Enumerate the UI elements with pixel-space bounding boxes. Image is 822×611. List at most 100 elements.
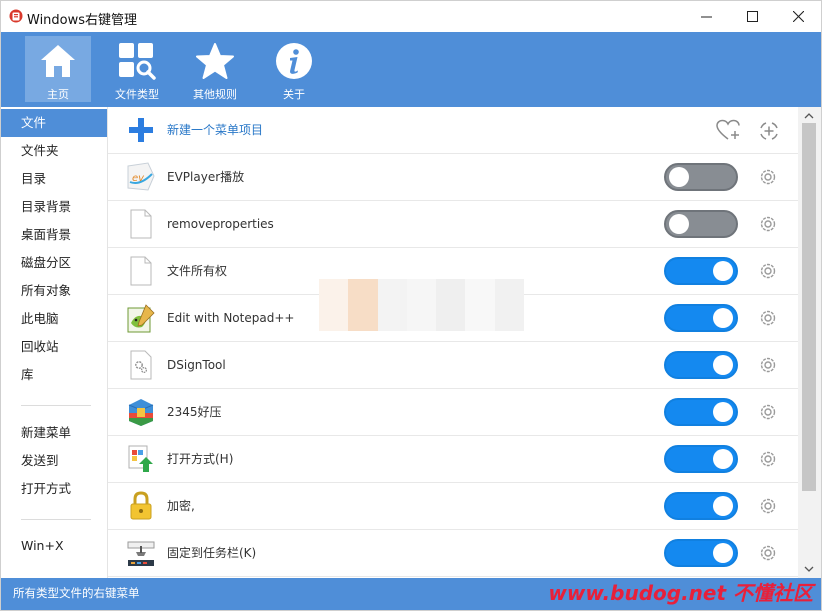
- enable-toggle[interactable]: [664, 210, 738, 238]
- menu-item-label: 打开方式(H): [167, 452, 234, 466]
- app-logo-icon: [9, 9, 23, 23]
- sidebar-item-library[interactable]: 库: [1, 361, 107, 389]
- vertical-scrollbar[interactable]: [798, 107, 821, 578]
- toggle-knob: [713, 308, 733, 328]
- favorite-heart-icon[interactable]: [716, 119, 740, 141]
- gear-icon[interactable]: [758, 261, 778, 281]
- toggle-knob: [713, 496, 733, 516]
- menu-item-label: EVPlayer播放: [167, 170, 245, 184]
- close-icon: [792, 11, 804, 22]
- toggle-knob: [713, 355, 733, 375]
- plus-icon: [129, 118, 153, 142]
- toggle-knob: [669, 214, 689, 234]
- gear-icon[interactable]: [758, 308, 778, 328]
- menu-item-row[interactable]: 固定到任务栏(K): [108, 530, 798, 577]
- maximize-icon: [746, 11, 758, 22]
- menu-item-label: 2345好压: [167, 405, 222, 419]
- scroll-down-icon[interactable]: [804, 564, 814, 574]
- menu-item-row[interactable]: DSignTool: [108, 342, 798, 389]
- scroll-up-icon[interactable]: [804, 111, 814, 121]
- lock-icon: [130, 491, 152, 520]
- minimize-button[interactable]: [683, 1, 729, 32]
- maximize-button[interactable]: [729, 1, 775, 32]
- menu-item-label: Edit with Notepad++: [167, 311, 295, 325]
- scrollbar-thumb[interactable]: [802, 123, 816, 491]
- enable-toggle[interactable]: [664, 539, 738, 567]
- sidebar-item-desktop-background[interactable]: 桌面背景: [1, 221, 107, 249]
- svg-text:ev: ev: [132, 173, 145, 184]
- sidebar-item-send-to[interactable]: 发送到: [1, 447, 107, 475]
- notepad-plus-plus-icon: [127, 304, 155, 333]
- haozip-icon: [128, 399, 154, 426]
- title-bar[interactable]: Windows右键管理: [1, 1, 821, 32]
- enable-toggle[interactable]: [664, 304, 738, 332]
- app-window: Windows右键管理 主页 文件类型 其他规则 关于 文件 文件夹 目录 目录…: [0, 0, 822, 611]
- gear-icon[interactable]: [758, 449, 778, 469]
- menu-item-label: 文件所有权: [167, 264, 228, 278]
- blank-file-icon: [130, 209, 152, 239]
- main-toolbar: 主页 文件类型 其他规则 关于: [1, 32, 821, 107]
- tool-file-types[interactable]: 文件类型: [104, 36, 170, 102]
- blurred-region: [319, 279, 524, 331]
- menu-item-row[interactable]: ev EVPlayer播放: [108, 154, 798, 201]
- close-button[interactable]: [775, 1, 821, 32]
- sidebar-item-this-pc[interactable]: 此电脑: [1, 305, 107, 333]
- minimize-icon: [700, 16, 712, 18]
- sidebar-separator: [21, 519, 91, 520]
- enable-toggle[interactable]: [664, 351, 738, 379]
- enable-toggle[interactable]: [664, 398, 738, 426]
- menu-item-list: 新建一个菜单项目 ev EVPlayer播放 removeproperties …: [108, 107, 798, 578]
- evplayer-icon: ev: [127, 162, 155, 191]
- sidebar-item-new-menu[interactable]: 新建菜单: [1, 419, 107, 447]
- sidebar-item-file[interactable]: 文件: [1, 109, 107, 137]
- new-menu-item-label[interactable]: 新建一个菜单项目: [167, 107, 263, 154]
- enable-toggle[interactable]: [664, 445, 738, 473]
- sidebar-item-win-x[interactable]: Win+X: [1, 532, 107, 560]
- sidebar-item-recycle-bin[interactable]: 回收站: [1, 333, 107, 361]
- sidebar-item-drive[interactable]: 磁盘分区: [1, 249, 107, 277]
- tool-home-label: 主页: [47, 88, 69, 101]
- gear-icon[interactable]: [758, 402, 778, 422]
- menu-item-label: 固定到任务栏(K): [167, 546, 257, 560]
- file-types-icon: [119, 43, 156, 80]
- tool-about[interactable]: 关于: [261, 36, 327, 102]
- sidebar-item-folder[interactable]: 文件夹: [1, 137, 107, 165]
- toggle-knob: [669, 167, 689, 187]
- tool-about-label: 关于: [283, 88, 305, 101]
- dsigntool-icon: [130, 350, 152, 380]
- gear-icon[interactable]: [758, 167, 778, 187]
- tool-other-rules[interactable]: 其他规则: [182, 36, 248, 102]
- info-icon: [276, 43, 312, 79]
- status-bar: 所有类型文件的右键菜单 www.budog.net 不懂社区: [1, 578, 821, 610]
- menu-item-row[interactable]: 2345好压: [108, 389, 798, 436]
- sidebar-item-directory[interactable]: 目录: [1, 165, 107, 193]
- new-menu-item-row[interactable]: 新建一个菜单项目: [108, 107, 798, 154]
- gear-icon[interactable]: [758, 355, 778, 375]
- sidebar-item-directory-background[interactable]: 目录背景: [1, 193, 107, 221]
- sidebar-item-open-with[interactable]: 打开方式: [1, 475, 107, 503]
- add-target-icon[interactable]: [758, 120, 780, 142]
- enable-toggle[interactable]: [664, 492, 738, 520]
- watermark: www.budog.net 不懂社区: [548, 581, 813, 605]
- blank-file-icon: [130, 256, 152, 286]
- enable-toggle[interactable]: [664, 257, 738, 285]
- menu-item-row[interactable]: 加密,: [108, 483, 798, 530]
- tool-other-rules-label: 其他规则: [193, 88, 237, 101]
- menu-item-row[interactable]: 打开方式(H): [108, 436, 798, 483]
- enable-toggle[interactable]: [664, 163, 738, 191]
- tool-home[interactable]: 主页: [25, 36, 91, 102]
- status-text: 所有类型文件的右键菜单: [13, 586, 140, 600]
- window-title: Windows右键管理: [27, 13, 138, 28]
- sidebar-item-all-objects[interactable]: 所有对象: [1, 277, 107, 305]
- tool-file-types-label: 文件类型: [115, 88, 159, 101]
- gear-icon[interactable]: [758, 543, 778, 563]
- sidebar: 文件 文件夹 目录 目录背景 桌面背景 磁盘分区 所有对象 此电脑 回收站 库 …: [1, 107, 108, 578]
- menu-item-row[interactable]: removeproperties: [108, 201, 798, 248]
- gear-icon[interactable]: [758, 214, 778, 234]
- gear-icon[interactable]: [758, 496, 778, 516]
- toggle-knob: [713, 543, 733, 563]
- star-icon: [196, 43, 234, 79]
- toggle-knob: [713, 449, 733, 469]
- toggle-knob: [713, 402, 733, 422]
- home-icon: [41, 45, 75, 77]
